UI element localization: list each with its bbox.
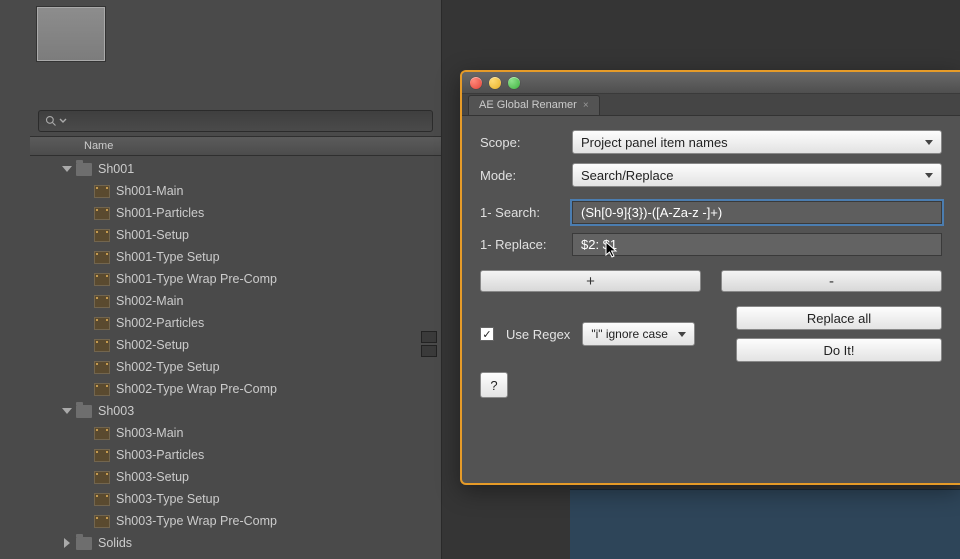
add-rule-button[interactable]: + — [480, 270, 701, 292]
minimize-icon[interactable] — [489, 77, 501, 89]
comp-row[interactable]: Sh001-Type Setup — [30, 246, 441, 268]
panel-menu-icon[interactable] — [421, 331, 437, 343]
window-titlebar[interactable] — [462, 72, 960, 94]
scope-label: Scope: — [480, 135, 572, 150]
item-label: Sh003-Type Wrap Pre-Comp — [116, 514, 277, 528]
comp-row[interactable]: Sh002-Particles — [30, 312, 441, 334]
item-label: Sh001-Type Setup — [116, 250, 220, 264]
comp-row[interactable]: Sh001-Type Wrap Pre-Comp — [30, 268, 441, 290]
composition-icon — [94, 515, 110, 528]
tab-close-icon[interactable]: × — [583, 100, 589, 111]
comp-row[interactable]: Sh001-Setup — [30, 224, 441, 246]
composition-icon — [94, 339, 110, 352]
comp-row[interactable]: Sh003-Main — [30, 422, 441, 444]
help-button[interactable]: ? — [480, 372, 508, 398]
zoom-icon[interactable] — [508, 77, 520, 89]
item-label: Sh001-Main — [116, 184, 183, 198]
project-thumbnail — [36, 6, 106, 62]
twisty-icon[interactable] — [62, 408, 72, 414]
item-label: Sh003-Setup — [116, 470, 189, 484]
do-it-button[interactable]: Do It! — [736, 338, 942, 362]
remove-rule-button[interactable]: - — [721, 270, 942, 292]
folder-icon — [76, 405, 92, 418]
folder-row[interactable]: Sh001 — [30, 158, 441, 180]
comp-row[interactable]: Sh003-Setup — [30, 466, 441, 488]
composition-icon — [94, 185, 110, 198]
tab-strip: AE Global Renamer × — [462, 94, 960, 116]
mode-label: Mode: — [480, 168, 572, 183]
chevron-down-icon — [925, 173, 933, 178]
column-header-name[interactable]: Name — [30, 136, 441, 156]
use-regex-label: Use Regex — [506, 327, 570, 342]
replace-all-button[interactable]: Replace all — [736, 306, 942, 330]
composition-icon — [94, 229, 110, 242]
mode-select[interactable]: Search/Replace — [572, 163, 942, 187]
replace-field[interactable]: $2: $1 — [572, 233, 942, 256]
item-label: Sh002-Main — [116, 294, 183, 308]
comp-row[interactable]: Sh002-Main — [30, 290, 441, 312]
renamer-window: AE Global Renamer × Scope: Project panel… — [460, 70, 960, 485]
replace-label: 1- Replace: — [480, 237, 572, 252]
regex-case-select[interactable]: "i" ignore case — [582, 322, 695, 346]
composition-icon — [94, 251, 110, 264]
panel-options-icon[interactable] — [421, 345, 437, 357]
folder-icon — [76, 163, 92, 176]
folder-row[interactable]: Sh003 — [30, 400, 441, 422]
composition-icon — [94, 295, 110, 308]
comp-row[interactable]: Sh003-Particles — [30, 444, 441, 466]
item-label: Sh001-Particles — [116, 206, 204, 220]
search-label: 1- Search: — [480, 205, 572, 220]
search-field[interactable]: (Sh[0-9]{3})-([A-Za-z -]+) — [572, 201, 942, 224]
folder-icon — [76, 537, 92, 550]
item-label: Sh002-Particles — [116, 316, 204, 330]
item-label: Sh002-Type Setup — [116, 360, 220, 374]
close-icon[interactable] — [470, 77, 482, 89]
composition-icon — [94, 273, 110, 286]
chevron-down-icon — [925, 140, 933, 145]
tab-renamer[interactable]: AE Global Renamer × — [468, 95, 600, 115]
item-label: Sh001 — [98, 162, 134, 176]
composition-icon — [94, 361, 110, 374]
search-input[interactable] — [38, 110, 433, 132]
item-label: Sh001-Type Wrap Pre-Comp — [116, 272, 277, 286]
chevron-down-icon — [678, 332, 686, 337]
item-label: Sh003-Main — [116, 426, 183, 440]
composition-icon — [94, 427, 110, 440]
composition-icon — [94, 383, 110, 396]
use-regex-checkbox[interactable]: ✓ — [480, 327, 494, 341]
comp-row[interactable]: Sh001-Particles — [30, 202, 441, 224]
composition-icon — [94, 317, 110, 330]
item-label: Sh002-Type Wrap Pre-Comp — [116, 382, 277, 396]
item-label: Sh001-Setup — [116, 228, 189, 242]
comp-row[interactable]: Sh003-Type Wrap Pre-Comp — [30, 510, 441, 532]
twisty-icon[interactable] — [62, 166, 72, 172]
item-label: Sh003 — [98, 404, 134, 418]
comp-row[interactable]: Sh002-Setup — [30, 334, 441, 356]
item-label: Sh003-Type Setup — [116, 492, 220, 506]
timeline-panel[interactable] — [570, 489, 960, 559]
twisty-icon[interactable] — [64, 538, 70, 548]
item-label: Solids — [98, 536, 132, 550]
project-tree[interactable]: Sh001 Sh001-Main Sh001-Particles Sh001-Setu… — [30, 156, 441, 559]
comp-row[interactable]: Sh002-Type Setup — [30, 356, 441, 378]
item-label: Sh003-Particles — [116, 448, 204, 462]
scope-select[interactable]: Project panel item names — [572, 130, 942, 154]
comp-row[interactable]: Sh002-Type Wrap Pre-Comp — [30, 378, 441, 400]
composition-icon — [94, 449, 110, 462]
project-panel: Name Sh001Sh001-MainSh001-ParticlesSh001… — [30, 0, 442, 559]
project-search-row — [30, 106, 441, 136]
composition-icon — [94, 471, 110, 484]
comp-row[interactable]: Sh003-Type Setup — [30, 488, 441, 510]
comp-row[interactable]: Sh001-Main — [30, 180, 441, 202]
chevron-down-icon — [59, 117, 67, 125]
search-icon — [45, 115, 57, 127]
item-label: Sh002-Setup — [116, 338, 189, 352]
composition-icon — [94, 493, 110, 506]
composition-icon — [94, 207, 110, 220]
folder-row[interactable]: Solids — [30, 532, 441, 554]
